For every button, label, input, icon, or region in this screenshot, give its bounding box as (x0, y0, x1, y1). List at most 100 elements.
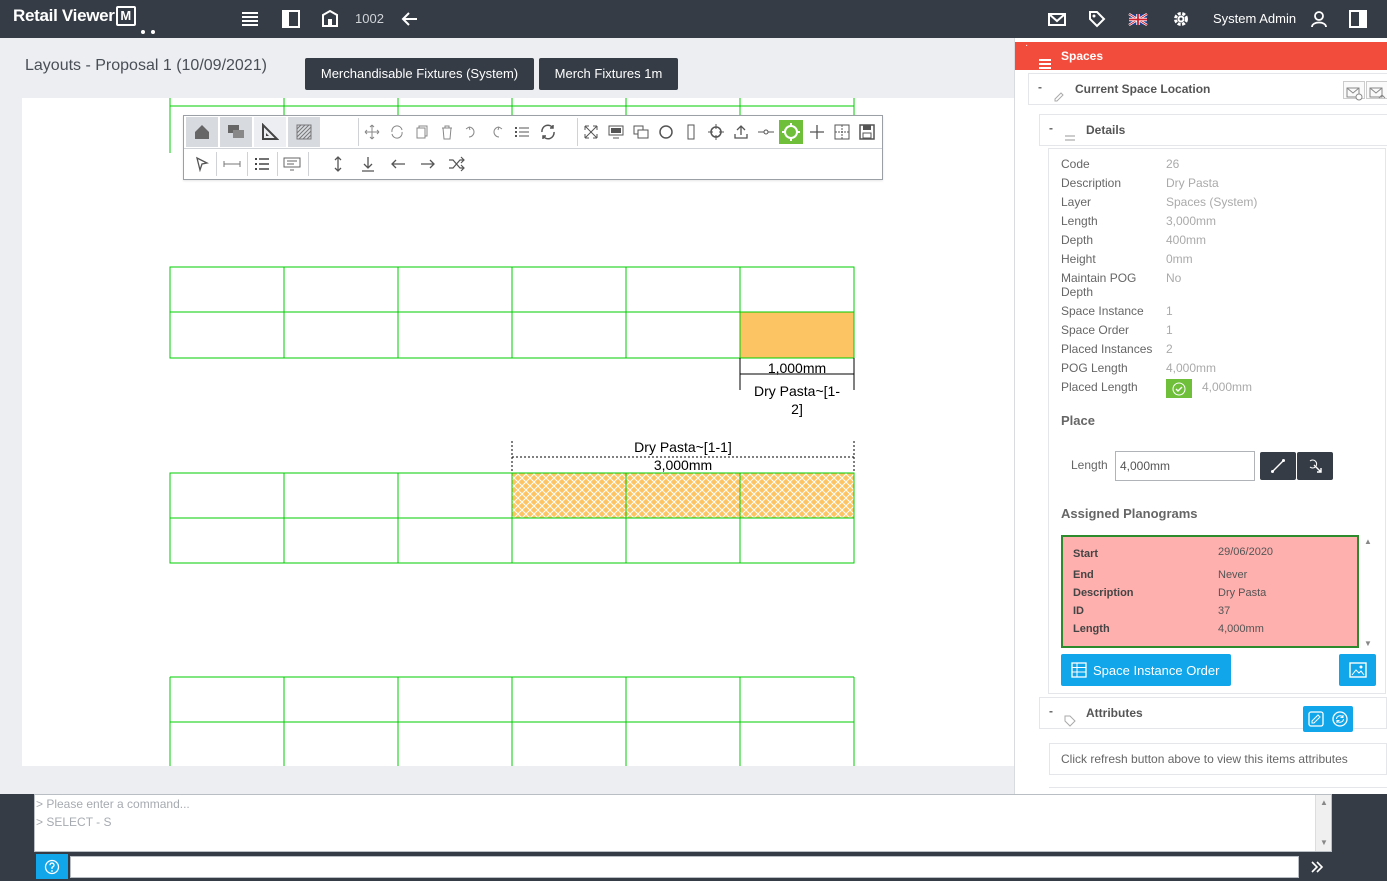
cart-wheels-icon (141, 30, 155, 34)
plus-icon[interactable] (805, 120, 829, 144)
hatched-space-area (512, 473, 854, 518)
refresh-tool-icon[interactable] (536, 120, 560, 144)
help-button[interactable] (36, 854, 68, 879)
draw-line-button[interactable] (1260, 452, 1296, 480)
command-log-scrollbar[interactable]: ▲ ▼ (1315, 795, 1331, 851)
measure-icon[interactable] (220, 152, 244, 176)
command-log[interactable]: > Please enter a command... > SELECT - S… (34, 794, 1332, 852)
log-scroll-down[interactable]: ▼ (1320, 839, 1328, 847)
move-left-icon[interactable] (386, 152, 410, 176)
delete-icon[interactable] (435, 120, 459, 144)
top-bar: Retail Viewer M 1002 System Admin (0, 0, 1387, 38)
save-icon[interactable] (855, 120, 879, 144)
rotate-icon[interactable] (385, 120, 409, 144)
upload-icon[interactable] (729, 120, 753, 144)
merchandisable-fixtures-button[interactable]: Merchandisable Fixtures (System) (305, 58, 534, 90)
drawing-toolbar (183, 115, 883, 180)
pick-point-button[interactable] (1297, 452, 1333, 480)
user-icon[interactable] (1309, 9, 1329, 29)
place-title: Place (1061, 413, 1095, 428)
space-label-2: Dry Pasta~[1-1] (634, 439, 732, 455)
place-length-label: Length (1071, 458, 1108, 472)
detail-row: Placed Length (1061, 380, 1138, 394)
panel-title: Spaces (1061, 49, 1104, 63)
mail-check-icon[interactable] (1366, 81, 1387, 99)
list-tool-icon[interactable] (510, 120, 534, 144)
user-name[interactable]: System Admin (1213, 11, 1296, 26)
set-square-tool-icon[interactable] (254, 117, 286, 147)
detail-value: 26 (1166, 157, 1180, 171)
detail-row: Space Order (1061, 323, 1130, 337)
panel-toggle-icon[interactable] (1348, 9, 1368, 29)
table-grid-icon (1071, 662, 1087, 678)
snap-target-icon[interactable] (779, 120, 803, 144)
mail-icon[interactable] (1047, 9, 1067, 29)
undo-icon[interactable] (460, 120, 484, 144)
current-space-section[interactable]: - Current Space Location (1028, 73, 1387, 105)
mail-send-icon[interactable] (1343, 81, 1365, 101)
store-icon[interactable] (320, 9, 340, 29)
vertical-resize-icon[interactable] (326, 152, 350, 176)
circle-tool-icon[interactable] (654, 120, 678, 144)
refresh-attributes-icon[interactable] (1329, 708, 1351, 730)
current-space-title: Current Space Location (1075, 82, 1211, 96)
scroll-down-arrow[interactable]: ▼ (1364, 640, 1372, 648)
move-icon[interactable] (360, 120, 384, 144)
redo-icon[interactable] (484, 120, 508, 144)
select-pointer-icon[interactable] (190, 152, 214, 176)
tag-icon[interactable] (1087, 9, 1107, 29)
collapse-dot: · (1025, 40, 1029, 51)
detail-row: Layer (1061, 195, 1092, 209)
shuffle-icon[interactable] (445, 152, 469, 176)
scroll-up-arrow[interactable]: ▲ (1364, 538, 1372, 546)
pointer-pick-icon (1309, 459, 1322, 473)
layout-canvas[interactable]: 1,000mm Dry Pasta~[1- 2] Dry Pasta~[1-1]… (22, 98, 1014, 766)
connector-icon[interactable] (754, 120, 778, 144)
move-right-icon[interactable] (416, 152, 440, 176)
command-log-line: > Please enter a command... (36, 797, 190, 811)
planogram-value: 29/06/2020 (1218, 546, 1274, 558)
place-length-input[interactable] (1115, 451, 1255, 481)
app-logo[interactable]: Retail Viewer M (13, 6, 155, 34)
edit-attributes-icon[interactable] (1305, 708, 1327, 730)
hatch-tool-icon[interactable] (288, 117, 320, 147)
details-title: Details (1086, 123, 1126, 137)
attributes-title: Attributes (1086, 706, 1143, 720)
move-down-icon[interactable] (356, 152, 380, 176)
detail-value: 1 (1166, 323, 1173, 337)
planogram-label: End (1073, 569, 1094, 581)
space-instance-order-button[interactable]: Space Instance Order (1061, 654, 1231, 686)
detail-value: 4,000mm (1166, 361, 1217, 375)
uk-flag-icon[interactable] (1128, 9, 1148, 29)
detail-row: Code (1061, 157, 1090, 171)
home-tool-icon[interactable] (186, 117, 218, 147)
numbered-list-icon[interactable] (250, 152, 274, 176)
double-chevron-right-icon (1311, 861, 1324, 873)
merch-fixtures-1m-button[interactable]: Merch Fixtures 1m (539, 58, 678, 90)
bar-tool-icon[interactable] (679, 120, 703, 144)
back-arrow-icon[interactable] (400, 9, 420, 29)
screen-share-icon[interactable] (280, 152, 304, 176)
command-input[interactable] (70, 856, 1299, 878)
copy-icon[interactable] (410, 120, 434, 144)
equals-icon (1064, 125, 1076, 141)
monitor-icon[interactable] (604, 120, 628, 144)
details-section-header[interactable]: - Details (1039, 114, 1387, 146)
fit-screen-icon[interactable] (579, 120, 603, 144)
chat-tool-icon[interactable] (220, 117, 252, 147)
list-icon[interactable] (240, 9, 260, 29)
log-scroll-up[interactable]: ▲ (1320, 799, 1328, 807)
planogram-value: Dry Pasta (1218, 587, 1267, 599)
gear-icon[interactable] (1171, 9, 1191, 29)
panel-header[interactable]: Spaces (1015, 42, 1387, 70)
image-preview-button[interactable] (1339, 654, 1376, 686)
sidebar-toggle-icon[interactable] (281, 9, 301, 29)
windows-icon[interactable] (629, 120, 653, 144)
planogram-label: Start (1073, 548, 1099, 560)
execute-command-button[interactable] (1305, 857, 1329, 877)
check-badge-icon (1166, 379, 1192, 398)
planogram-label: Length (1073, 623, 1110, 635)
crosshair-icon[interactable] (704, 120, 728, 144)
attributes-note: Click refresh button above to view this … (1049, 743, 1387, 775)
grid-icon[interactable] (830, 120, 854, 144)
